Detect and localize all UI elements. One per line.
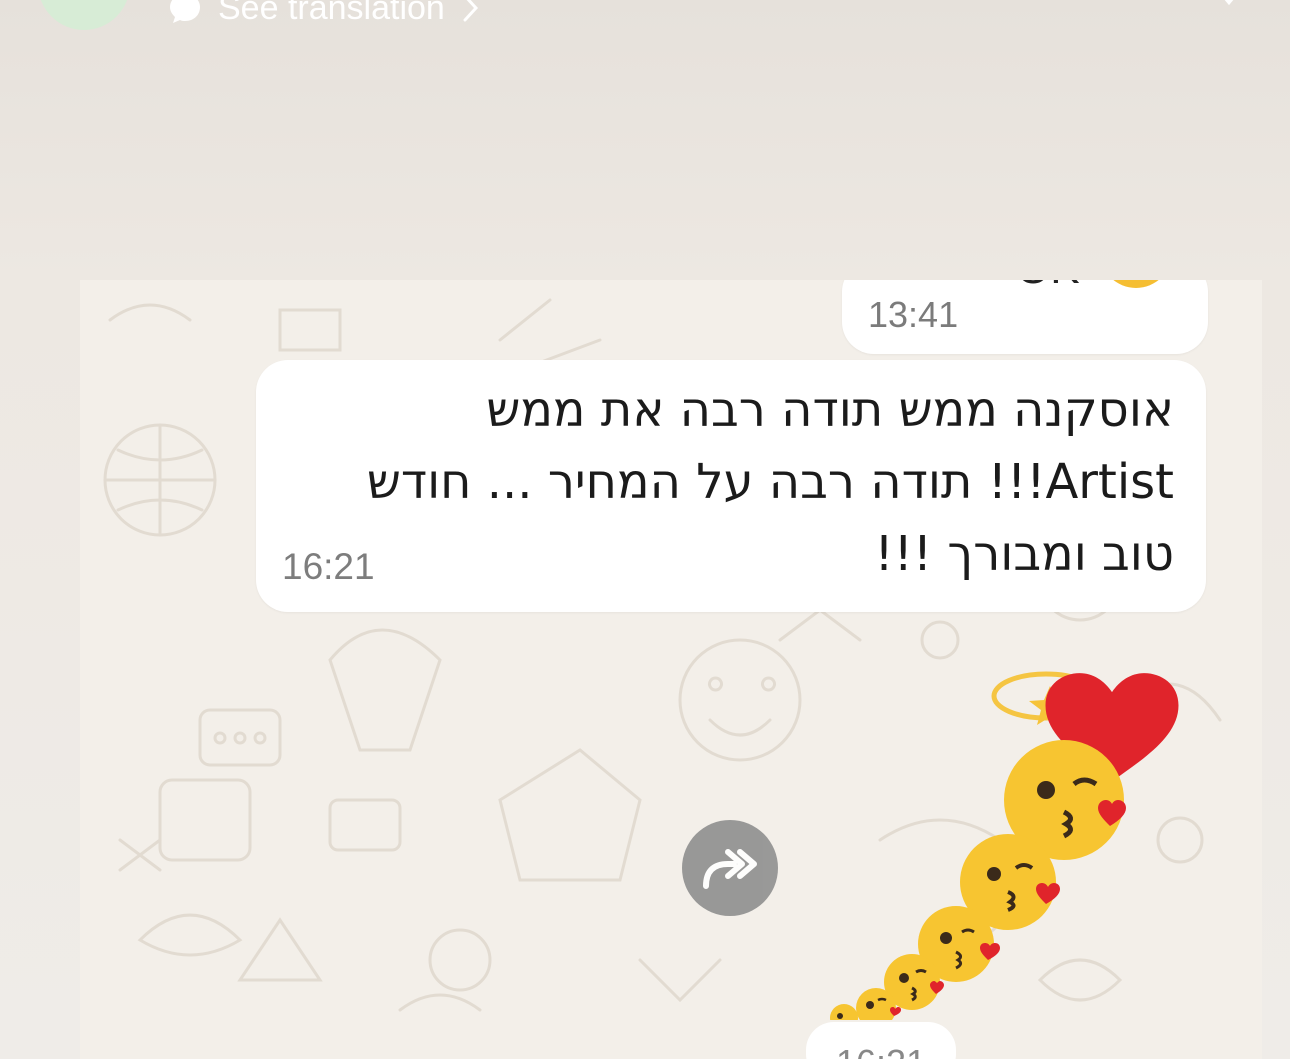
message-time: 16:21 [282, 546, 375, 587]
see-translation-link[interactable]: See translation [168, 0, 481, 30]
chevron-right-icon [463, 0, 478, 22]
message-text: אוסקנה ממש תודה רבה את ממש Artist!!! תוד… [314, 374, 1174, 590]
message-time: 13:41 [868, 294, 959, 335]
smiling-face-emoji-icon [1113, 280, 1159, 288]
see-translation-label: See translation [218, 0, 445, 27]
next-message-bubble[interactable]: 16:21 [806, 1022, 956, 1059]
previous-message-bubble[interactable]: 13:41 OK [842, 280, 1208, 354]
previous-message-text: OK [1016, 280, 1080, 294]
message-bubble[interactable]: אוסקנה ממש תודה רבה את ממש Artist!!! תוד… [256, 360, 1206, 612]
speech-bubble-icon [170, 0, 200, 23]
message-line: טוב ומבורך !!! [874, 526, 1174, 582]
message-time: 16:21 [836, 1042, 926, 1059]
message-line: Artist!!! תודה רבה על המחיר ... חודש [366, 454, 1174, 510]
message-line: אוסקנה ממש תודה רבה את ממש [486, 382, 1174, 438]
story-top-bar: See translation [0, 0, 1290, 60]
forward-button[interactable] [682, 820, 778, 916]
kissing-faces-heart-sticker[interactable] [820, 660, 1200, 1020]
close-icon[interactable] [1196, 0, 1262, 20]
chat-screenshot: 13:41 OK אוסקנה ממש תודה רבה את ממש Arti… [80, 280, 1262, 1059]
profile-avatar[interactable] [38, 0, 130, 30]
forward-arrows-icon [703, 849, 757, 889]
